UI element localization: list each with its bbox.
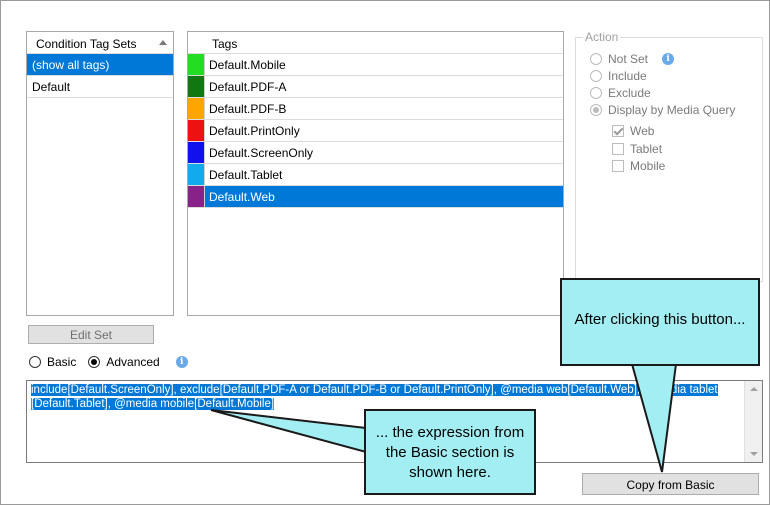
callout-text-line: the Basic section is <box>385 444 515 461</box>
callout-text-line: shown here. <box>409 464 491 481</box>
callout-text: After clicking this button... <box>574 311 746 328</box>
callout-expression-note: ... the expression from the Basic sectio… <box>364 409 536 495</box>
callout-pointer-top <box>630 363 678 473</box>
callout-button-note: After clicking this button... <box>560 278 760 366</box>
callout-text-line: ... the expression from <box>375 424 525 441</box>
callout-pointer-left <box>210 409 367 454</box>
